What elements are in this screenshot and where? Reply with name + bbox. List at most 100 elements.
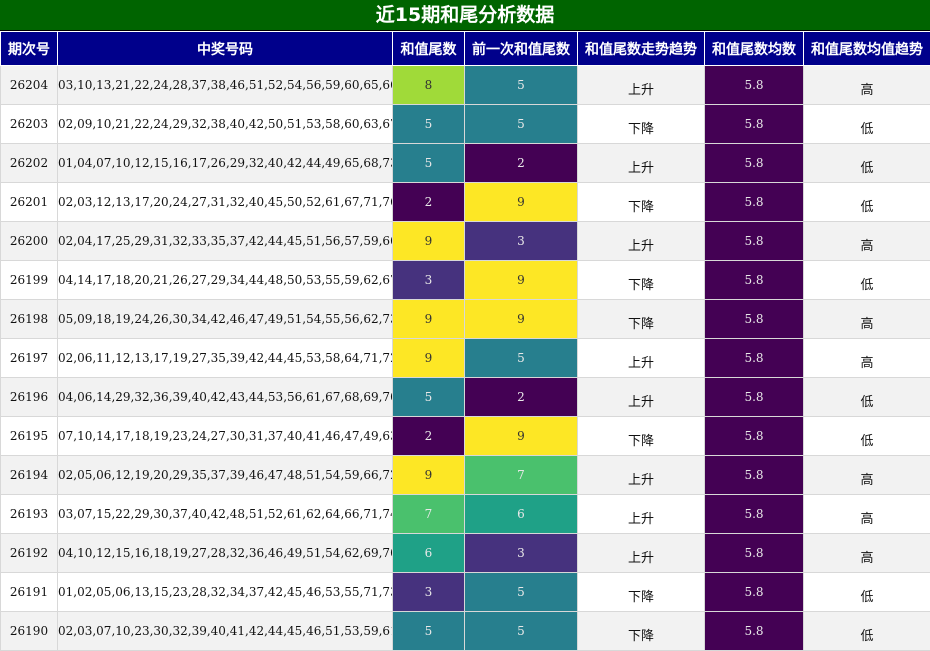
trend-cell: 上升 <box>578 66 705 105</box>
avg-trend-cell: 高 <box>804 222 930 261</box>
avg-trend-cell: 高 <box>804 456 930 495</box>
avg-trend-cell: 低 <box>804 612 930 651</box>
avg-trend-cell: 高 <box>804 534 930 573</box>
tail-cell: 9 <box>393 339 465 378</box>
numbers-cell: 01,04,07,10,12,15,16,17,26,29,32,40,42,4… <box>58 144 393 183</box>
numbers-cell: 04,14,17,18,20,21,26,27,29,34,44,48,50,5… <box>58 261 393 300</box>
avg-cell: 5.8 <box>705 573 804 612</box>
prev-tail-cell: 9 <box>465 261 578 300</box>
issue-cell: 26200 <box>1 222 58 261</box>
trend-cell: 下降 <box>578 573 705 612</box>
trend-cell: 上升 <box>578 534 705 573</box>
header-avg: 和值尾数均数 <box>705 32 804 66</box>
tail-cell: 5 <box>393 378 465 417</box>
table-row: 2619702,06,11,12,13,17,19,27,35,39,42,44… <box>1 339 930 378</box>
table-row: 2619604,06,14,29,32,36,39,40,42,43,44,53… <box>1 378 930 417</box>
table-row: 2620403,10,13,21,22,24,28,37,38,46,51,52… <box>1 66 930 105</box>
issue-cell: 26195 <box>1 417 58 456</box>
numbers-cell: 02,05,06,12,19,20,29,35,37,39,46,47,48,5… <box>58 456 393 495</box>
header-prev-tail: 前一次和值尾数 <box>465 32 578 66</box>
issue-cell: 26194 <box>1 456 58 495</box>
prev-tail-cell: 7 <box>465 456 578 495</box>
avg-cell: 5.8 <box>705 66 804 105</box>
tail-cell: 8 <box>393 66 465 105</box>
header-issue: 期次号 <box>1 32 58 66</box>
trend-cell: 下降 <box>578 300 705 339</box>
tail-cell: 5 <box>393 612 465 651</box>
tail-cell: 9 <box>393 222 465 261</box>
prev-tail-cell: 9 <box>465 417 578 456</box>
issue-cell: 26198 <box>1 300 58 339</box>
issue-cell: 26202 <box>1 144 58 183</box>
avg-trend-cell: 高 <box>804 66 930 105</box>
numbers-cell: 02,06,11,12,13,17,19,27,35,39,42,44,45,5… <box>58 339 393 378</box>
tail-cell: 3 <box>393 573 465 612</box>
prev-tail-cell: 6 <box>465 495 578 534</box>
header-trend: 和值尾数走势趋势 <box>578 32 705 66</box>
tail-cell: 5 <box>393 105 465 144</box>
prev-tail-cell: 2 <box>465 144 578 183</box>
table-row: 2619303,07,15,22,29,30,37,40,42,48,51,52… <box>1 495 930 534</box>
prev-tail-cell: 3 <box>465 534 578 573</box>
avg-trend-cell: 低 <box>804 183 930 222</box>
trend-cell: 下降 <box>578 612 705 651</box>
tail-cell: 3 <box>393 261 465 300</box>
numbers-cell: 02,03,12,13,17,20,24,27,31,32,40,45,50,5… <box>58 183 393 222</box>
avg-trend-cell: 低 <box>804 261 930 300</box>
avg-cell: 5.8 <box>705 612 804 651</box>
table-row: 2619204,10,12,15,16,18,19,27,28,32,36,46… <box>1 534 930 573</box>
issue-cell: 26204 <box>1 66 58 105</box>
numbers-cell: 05,09,18,19,24,26,30,34,42,46,47,49,51,5… <box>58 300 393 339</box>
numbers-cell: 04,06,14,29,32,36,39,40,42,43,44,53,56,6… <box>58 378 393 417</box>
issue-cell: 26191 <box>1 573 58 612</box>
prev-tail-cell: 5 <box>465 339 578 378</box>
prev-tail-cell: 3 <box>465 222 578 261</box>
header-tail: 和值尾数 <box>393 32 465 66</box>
prev-tail-cell: 5 <box>465 612 578 651</box>
avg-cell: 5.8 <box>705 495 804 534</box>
table-body: 2620403,10,13,21,22,24,28,37,38,46,51,52… <box>1 66 930 651</box>
avg-trend-cell: 低 <box>804 417 930 456</box>
avg-cell: 5.8 <box>705 105 804 144</box>
prev-tail-cell: 9 <box>465 183 578 222</box>
issue-cell: 26190 <box>1 612 58 651</box>
numbers-cell: 02,09,10,21,22,24,29,32,38,40,42,50,51,5… <box>58 105 393 144</box>
analysis-table: 期次号 中奖号码 和值尾数 前一次和值尾数 和值尾数走势趋势 和值尾数均数 和值… <box>0 31 930 651</box>
avg-cell: 5.8 <box>705 534 804 573</box>
avg-cell: 5.8 <box>705 417 804 456</box>
trend-cell: 下降 <box>578 261 705 300</box>
trend-cell: 上升 <box>578 222 705 261</box>
table-row: 2619402,05,06,12,19,20,29,35,37,39,46,47… <box>1 456 930 495</box>
tail-cell: 6 <box>393 534 465 573</box>
trend-cell: 下降 <box>578 417 705 456</box>
issue-cell: 26197 <box>1 339 58 378</box>
prev-tail-cell: 5 <box>465 105 578 144</box>
issue-cell: 26193 <box>1 495 58 534</box>
numbers-cell: 04,10,12,15,16,18,19,27,28,32,36,46,49,5… <box>58 534 393 573</box>
tail-cell: 9 <box>393 300 465 339</box>
table-row: 2620002,04,17,25,29,31,32,33,35,37,42,44… <box>1 222 930 261</box>
avg-trend-cell: 低 <box>804 378 930 417</box>
analysis-panel: 近15期和尾分析数据 期次号 中奖号码 和值尾数 前一次和值尾数 和值尾数走势趋… <box>0 0 930 651</box>
table-row: 2619507,10,14,17,18,19,23,24,27,30,31,37… <box>1 417 930 456</box>
avg-trend-cell: 高 <box>804 339 930 378</box>
numbers-cell: 02,03,07,10,23,30,32,39,40,41,42,44,45,4… <box>58 612 393 651</box>
numbers-cell: 03,07,15,22,29,30,37,40,42,48,51,52,61,6… <box>58 495 393 534</box>
avg-trend-cell: 高 <box>804 300 930 339</box>
trend-cell: 上升 <box>578 144 705 183</box>
tail-cell: 2 <box>393 417 465 456</box>
avg-cell: 5.8 <box>705 222 804 261</box>
avg-cell: 5.8 <box>705 378 804 417</box>
avg-cell: 5.8 <box>705 144 804 183</box>
avg-cell: 5.8 <box>705 183 804 222</box>
avg-cell: 5.8 <box>705 261 804 300</box>
trend-cell: 上升 <box>578 339 705 378</box>
table-row: 2620102,03,12,13,17,20,24,27,31,32,40,45… <box>1 183 930 222</box>
table-title: 近15期和尾分析数据 <box>0 0 930 31</box>
avg-trend-cell: 低 <box>804 105 930 144</box>
avg-cell: 5.8 <box>705 300 804 339</box>
issue-cell: 26196 <box>1 378 58 417</box>
avg-trend-cell: 低 <box>804 144 930 183</box>
prev-tail-cell: 2 <box>465 378 578 417</box>
tail-cell: 9 <box>393 456 465 495</box>
